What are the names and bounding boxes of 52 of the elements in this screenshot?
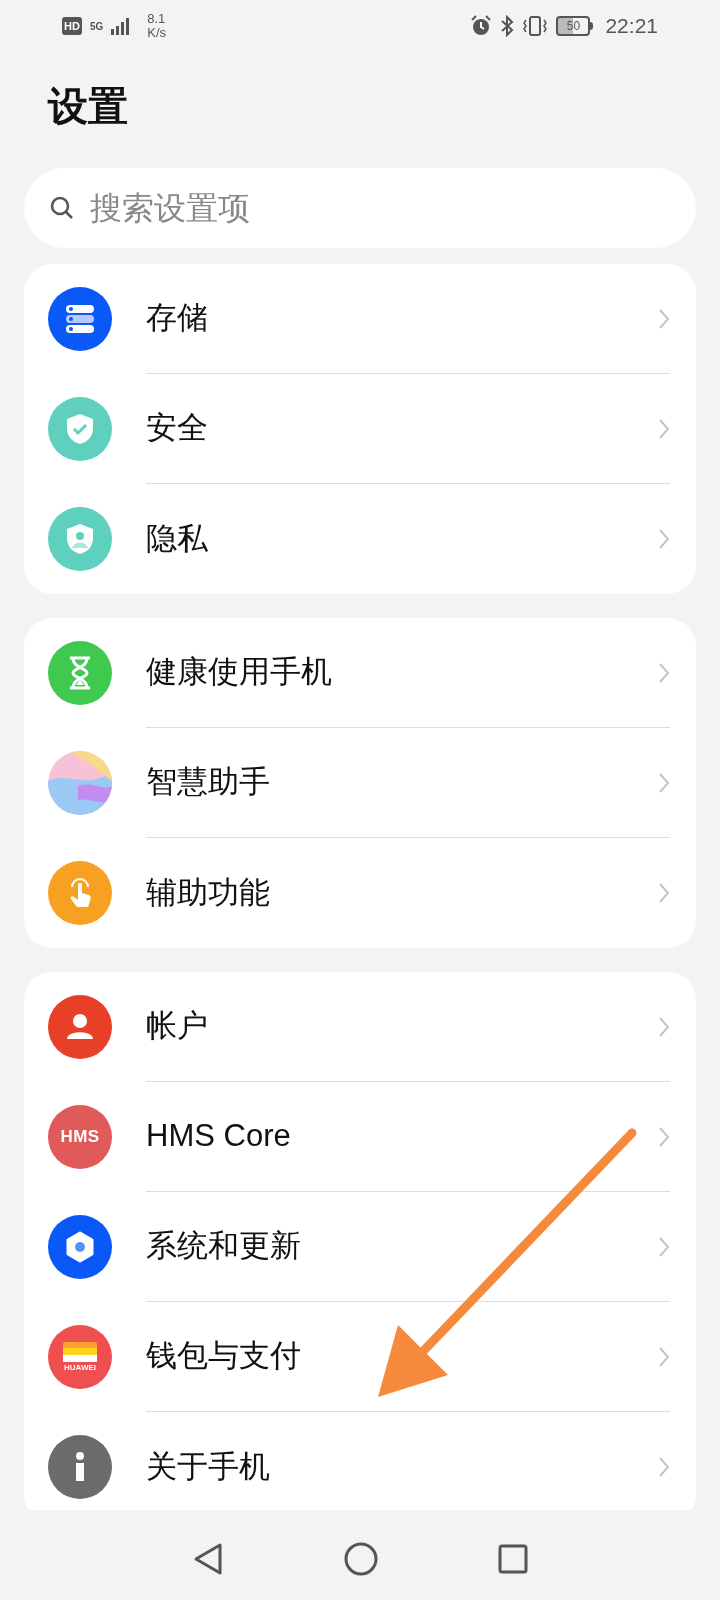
hms-logo: HMS	[48, 1105, 112, 1169]
chevron-icon	[658, 528, 670, 550]
settings-row[interactable]: 帐户	[24, 972, 696, 1082]
bluetooth-icon	[500, 15, 515, 37]
row-label: 关于手机	[146, 1447, 270, 1486]
chevron-icon	[658, 1125, 670, 1148]
settings-row[interactable]: 智慧助手	[24, 728, 696, 838]
chevron-icon	[658, 661, 670, 684]
page-title: 设置	[46, 86, 129, 126]
row-label: 系统和更新	[146, 1227, 301, 1266]
row-label: 辅助功能	[146, 873, 270, 912]
row-label: 存储	[146, 299, 208, 338]
back-icon[interactable]	[192, 1542, 224, 1576]
speed-value: 8.1	[147, 12, 167, 26]
clock: 22:21	[605, 13, 658, 40]
wallet-logo: HUAWEI	[48, 1325, 112, 1389]
speed-unit: K/s	[147, 26, 167, 40]
settings-row[interactable]: HMS HMS Core	[24, 1082, 696, 1192]
settings-row[interactable]: 关于手机	[24, 1412, 696, 1510]
alarm-icon	[470, 15, 493, 37]
chevron-icon	[658, 1456, 670, 1478]
settings-row[interactable]: 存储	[24, 264, 696, 374]
network-type: 5G	[89, 19, 104, 34]
row-label: 帐户	[146, 1007, 208, 1046]
settings-row[interactable]: 辅助功能	[24, 838, 696, 948]
settings-row[interactable]: 健康使用手机	[24, 618, 696, 728]
row-label: 隐私	[146, 519, 208, 558]
row-label: HMS Core	[146, 1117, 291, 1156]
settings-row[interactable]: 隐私	[24, 484, 696, 594]
battery-level: 50	[566, 18, 581, 35]
hd-badge: HD	[62, 17, 82, 35]
search-bar[interactable]: 搜索设置项	[24, 168, 696, 248]
home-icon[interactable]	[344, 1542, 378, 1576]
row-label: 钱包与支付	[146, 1337, 301, 1376]
search-icon	[50, 196, 74, 220]
chevron-icon	[658, 417, 670, 440]
gradient-orb-icon	[48, 751, 112, 815]
chevron-icon	[658, 307, 670, 330]
chevron-icon	[658, 1015, 670, 1038]
row-label: 安全	[146, 409, 208, 448]
signal-icon	[111, 17, 132, 35]
search-field[interactable]: 搜索设置项	[90, 184, 670, 232]
settings-row[interactable]: 安全	[24, 374, 696, 484]
chevron-icon	[658, 771, 670, 794]
row-label: 健康使用手机	[146, 653, 332, 692]
chevron-icon	[658, 1235, 670, 1258]
chevron-icon	[658, 882, 670, 904]
vibrate-icon	[522, 15, 549, 37]
row-label: 智慧助手	[146, 763, 270, 802]
settings-row[interactable]: 系统和更新	[24, 1192, 696, 1302]
chevron-icon	[658, 1345, 670, 1368]
recents-icon[interactable]	[498, 1544, 528, 1574]
